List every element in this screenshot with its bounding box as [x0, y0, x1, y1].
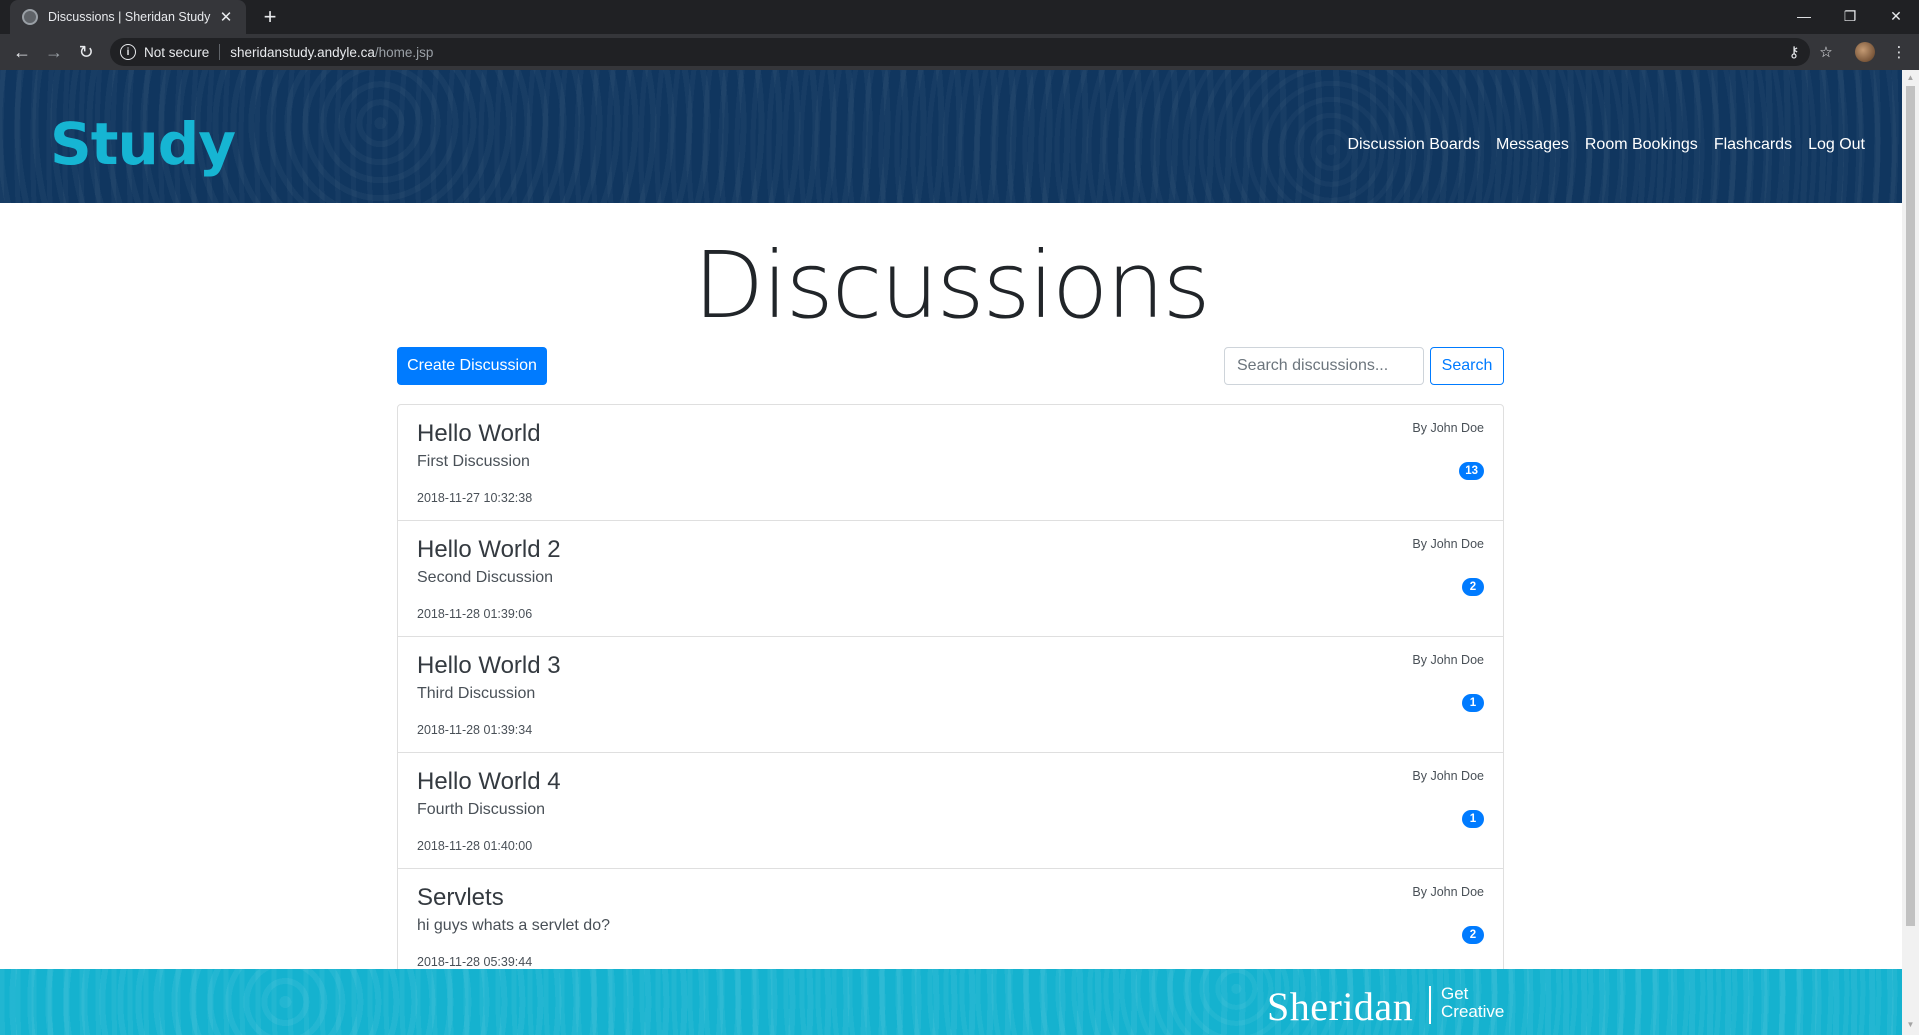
discussion-title[interactable]: Servlets: [417, 884, 504, 912]
discussion-description: hi guys whats a servlet do?: [417, 917, 610, 934]
discussion-timestamp: 2018-11-28 01:39:06: [417, 607, 533, 621]
discussion-item[interactable]: Hello World 2 Second Discussion 2018-11-…: [398, 521, 1503, 637]
discussion-timestamp: 2018-11-27 10:32:38: [417, 491, 533, 505]
nav-discussion-boards[interactable]: Discussion Boards: [1347, 136, 1480, 154]
page-scrollbar[interactable]: ▲ ▼: [1902, 70, 1919, 1035]
discussion-title[interactable]: Hello World: [417, 420, 541, 448]
browser-toolbar: ← → ↻ i Not secure sheridanstudy.andyle.…: [0, 34, 1919, 70]
star-icon[interactable]: ☆: [1816, 42, 1836, 62]
url-host: sheridanstudy.andyle.ca: [230, 44, 375, 60]
window-close-icon[interactable]: ✕: [1873, 0, 1919, 32]
discussion-item[interactable]: Hello World First Discussion 2018-11-27 …: [398, 405, 1503, 521]
discussion-description: Third Discussion: [417, 685, 536, 702]
nav-room-bookings[interactable]: Room Bookings: [1585, 136, 1698, 154]
key-icon[interactable]: ⚷: [1784, 42, 1804, 62]
profile-avatar[interactable]: [1855, 42, 1875, 62]
discussion-title[interactable]: Hello World 3: [417, 652, 561, 680]
menu-icon[interactable]: ⋮: [1889, 42, 1909, 62]
address-divider: [219, 44, 221, 60]
discussion-author: By John Doe: [1412, 537, 1484, 551]
main-nav: Discussion Boards Messages Room Bookings…: [1331, 136, 1865, 154]
sheridan-logo: Sheridan: [1267, 984, 1414, 1029]
scrollbar-thumb[interactable]: [1906, 86, 1915, 926]
discussion-item[interactable]: Hello World 3 Third Discussion 2018-11-2…: [398, 637, 1503, 753]
discussion-timestamp: 2018-11-28 01:39:34: [417, 723, 533, 737]
nav-messages[interactable]: Messages: [1496, 136, 1569, 154]
globe-icon: [22, 9, 38, 25]
create-discussion-button[interactable]: Create Discussion: [397, 347, 547, 385]
search-button[interactable]: Search: [1430, 347, 1504, 385]
reply-count-badge: 1: [1462, 694, 1484, 712]
address-bar[interactable]: i Not secure sheridanstudy.andyle.ca /ho…: [110, 38, 1810, 66]
page-title: Discussions: [693, 232, 1210, 339]
discussion-author: By John Doe: [1412, 421, 1484, 435]
discussion-description: First Discussion: [417, 453, 530, 470]
discussion-item[interactable]: Servlets hi guys whats a servlet do? 201…: [398, 869, 1503, 985]
site-header: Study Discussion Boards Messages Room Bo…: [0, 70, 1902, 203]
scroll-up-icon[interactable]: ▲: [1906, 73, 1915, 83]
search-input[interactable]: [1224, 347, 1424, 385]
url-path: /home.jsp: [374, 44, 434, 60]
discussion-timestamp: 2018-11-28 05:39:44: [417, 955, 533, 969]
reply-count-badge: 1: [1462, 810, 1484, 828]
new-tab-button[interactable]: +: [258, 5, 282, 29]
tab-title: Discussions | Sheridan Study: [48, 10, 211, 24]
reply-count-badge: 2: [1462, 578, 1484, 596]
nav-flashcards[interactable]: Flashcards: [1714, 136, 1792, 154]
discussion-title[interactable]: Hello World 2: [417, 536, 561, 564]
site-logo[interactable]: Study: [50, 110, 236, 178]
discussion-description: Fourth Discussion: [417, 801, 546, 818]
discussion-description: Second Discussion: [417, 569, 554, 586]
nav-log-out[interactable]: Log Out: [1808, 136, 1865, 154]
forward-icon[interactable]: →: [42, 40, 66, 64]
minimize-icon[interactable]: —: [1781, 0, 1827, 32]
discussion-timestamp: 2018-11-28 01:40:00: [417, 839, 533, 853]
discussion-author: By John Doe: [1412, 653, 1484, 667]
reload-icon[interactable]: ↻: [74, 40, 98, 64]
reply-count-badge: 2: [1462, 926, 1484, 944]
discussion-author: By John Doe: [1412, 885, 1484, 899]
discussion-author: By John Doe: [1412, 769, 1484, 783]
footer-tagline: Get Creative: [1441, 984, 1505, 1021]
browser-tab-bar: Discussions | Sheridan Study ✕ + — ❐ ✕: [0, 0, 1919, 34]
restore-icon[interactable]: ❐: [1827, 0, 1873, 32]
tab-close-icon[interactable]: ✕: [218, 8, 234, 26]
logo-divider: [1429, 986, 1431, 1024]
browser-tab[interactable]: Discussions | Sheridan Study ✕: [10, 0, 246, 34]
discussion-item[interactable]: Hello World 4 Fourth Discussion 2018-11-…: [398, 753, 1503, 869]
page-viewport: Study Discussion Boards Messages Room Bo…: [0, 70, 1902, 1035]
scroll-down-icon[interactable]: ▼: [1906, 1020, 1915, 1030]
back-icon[interactable]: ←: [10, 40, 34, 64]
reply-count-badge: 13: [1459, 462, 1484, 480]
site-footer: Sheridan Get Creative: [0, 969, 1902, 1035]
security-label: Not secure: [144, 44, 210, 60]
discussion-list: Hello World First Discussion 2018-11-27 …: [397, 404, 1504, 986]
info-icon[interactable]: i: [120, 44, 136, 60]
discussion-title[interactable]: Hello World 4: [417, 768, 561, 796]
